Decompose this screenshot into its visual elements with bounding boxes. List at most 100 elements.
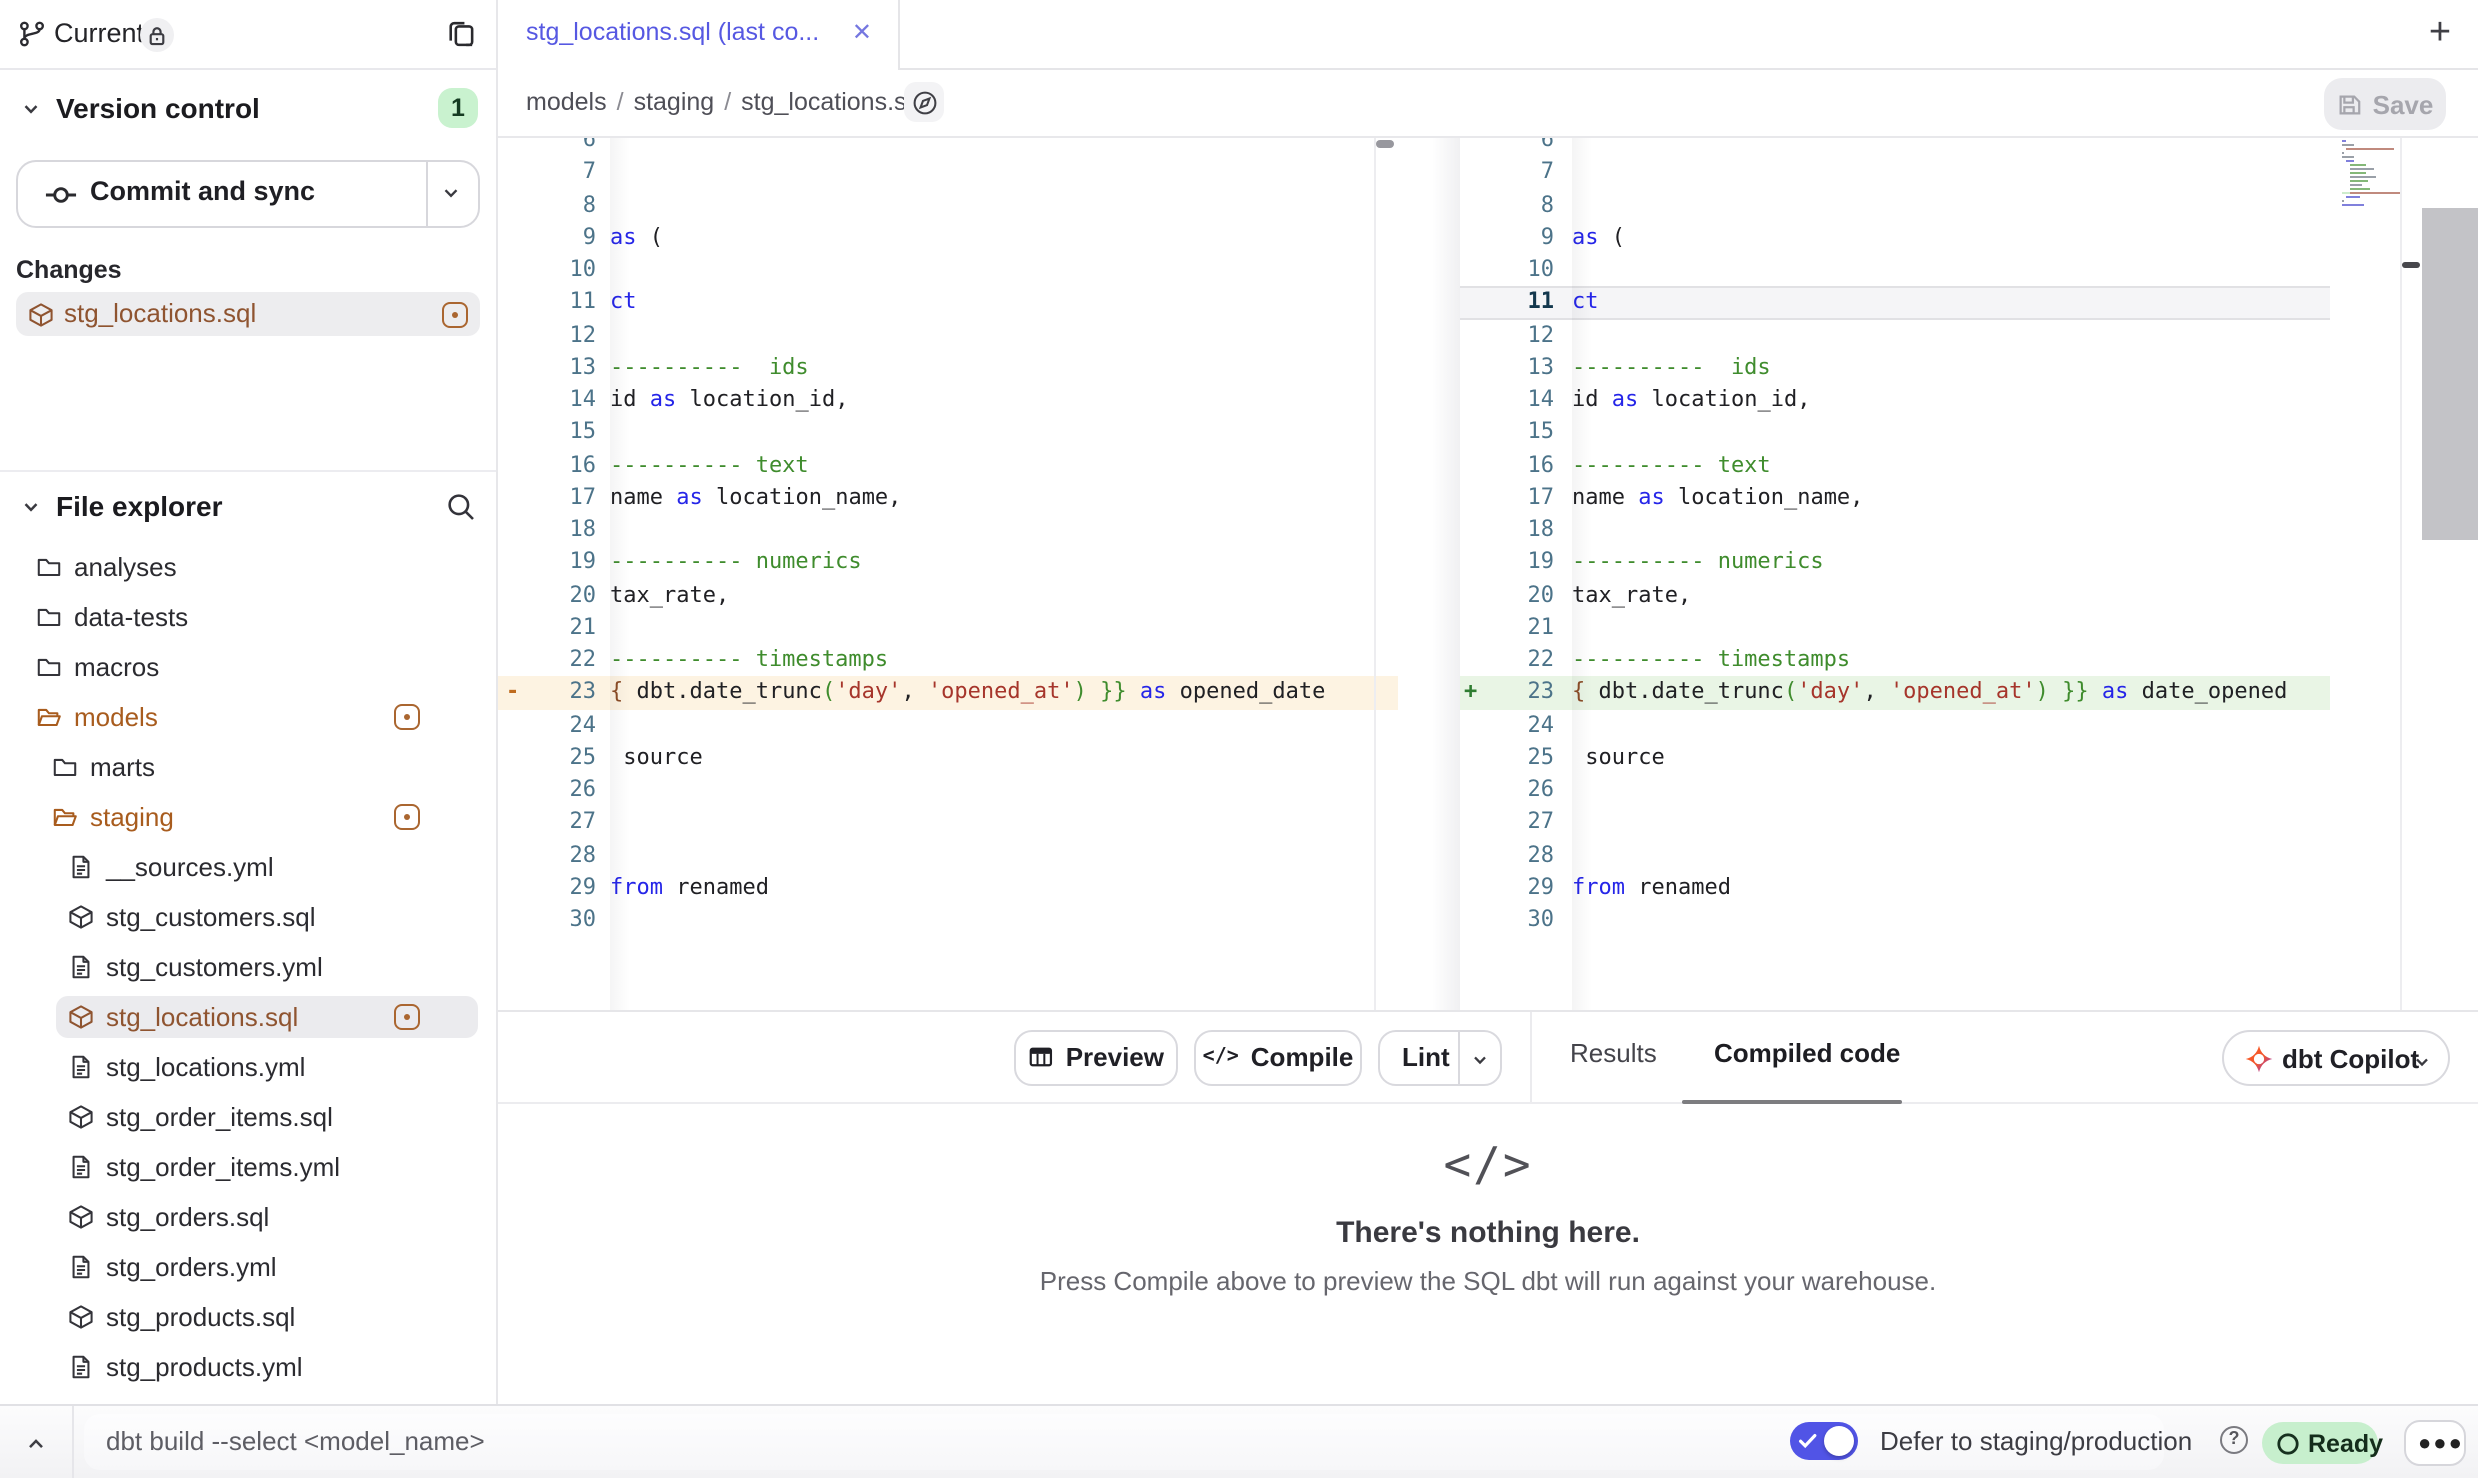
breadcrumb-segment[interactable]: models (526, 88, 607, 116)
copy-icon[interactable] (446, 18, 478, 50)
tab-results[interactable]: Results (1570, 1038, 1657, 1068)
file-tree-item--sources-yml[interactable]: __sources.yml (0, 842, 496, 892)
code-line-11[interactable]: 11ct (498, 287, 1397, 320)
code-line-16[interactable]: 16---------- text (1460, 449, 2329, 482)
file-tree-item-macros[interactable]: macros (0, 642, 496, 692)
minimap[interactable] (2342, 140, 2398, 207)
code-line-6[interactable]: 6 (498, 137, 1397, 157)
chevron-up-icon[interactable] (24, 1432, 48, 1456)
code-line-22[interactable]: 22---------- timestamps (498, 644, 1397, 677)
file-tree-item-marts[interactable]: marts (0, 742, 496, 792)
breadcrumb[interactable]: models/staging/stg_locations.sql (526, 88, 926, 116)
file-tree-item-analyses[interactable]: analyses (0, 542, 496, 592)
code-line-12[interactable]: 12 (1460, 319, 2329, 352)
code-line-17[interactable]: 17name as location_name, (1460, 482, 2329, 515)
code-line-19[interactable]: 19---------- numerics (1460, 547, 2329, 580)
file-tree-item-models[interactable]: models (0, 692, 496, 742)
help-icon[interactable]: ? (2220, 1426, 2248, 1454)
code-line-28[interactable]: 28 (498, 839, 1397, 872)
more-options-button[interactable]: ●●● (2404, 1420, 2466, 1466)
code-line-29[interactable]: 29from renamed (1460, 872, 2329, 905)
file-explorer-header[interactable]: File explorer (0, 486, 496, 530)
file-tree-item-stg-customers-sql[interactable]: stg_customers.sql (0, 892, 496, 942)
file-tree-item-stg-products-sql[interactable]: stg_products.sql (0, 1292, 496, 1342)
code-line-18[interactable]: 18 (1460, 514, 2329, 547)
defer-toggle[interactable] (1790, 1422, 1858, 1460)
code-line-23[interactable]: -23{ dbt.date_trunc('day', 'opened_at') … (498, 677, 1397, 710)
breadcrumb-segment[interactable]: staging (634, 88, 715, 116)
branch-name[interactable]: Current (54, 18, 144, 48)
code-line-13[interactable]: 13---------- ids (498, 352, 1397, 385)
code-line-19[interactable]: 19---------- numerics (498, 547, 1397, 580)
file-tree-item-staging[interactable]: staging (0, 792, 496, 842)
search-icon[interactable] (446, 490, 478, 522)
code-line-16[interactable]: 16---------- text (498, 449, 1397, 482)
window-scrollbar-thumb[interactable] (2422, 208, 2478, 540)
file-tree-item-stg-locations-sql[interactable]: stg_locations.sql (0, 992, 496, 1042)
changed-file-row[interactable]: stg_locations.sql (16, 292, 480, 336)
code-line-20[interactable]: 20tax_rate, (1460, 579, 2329, 612)
code-line-26[interactable]: 26 (1460, 774, 2329, 807)
code-line-30[interactable]: 30 (1460, 904, 2329, 937)
code-line-7[interactable]: 7 (1460, 157, 2329, 190)
code-line-23[interactable]: +23{ dbt.date_trunc('day', 'opened_at') … (1460, 677, 2329, 710)
save-button[interactable]: Save (2324, 78, 2446, 130)
code-line-8[interactable]: 8 (498, 189, 1397, 222)
code-line-8[interactable]: 8 (1460, 189, 2329, 222)
code-line-11[interactable]: 11ct (1460, 287, 2329, 320)
code-line-20[interactable]: 20tax_rate, (498, 579, 1397, 612)
code-line-26[interactable]: 26 (498, 774, 1397, 807)
preview-button[interactable]: Preview (1014, 1029, 1178, 1085)
code-line-15[interactable]: 15 (498, 417, 1397, 450)
code-line-6[interactable]: 6 (1460, 137, 2329, 157)
code-line-25[interactable]: 25 source (498, 742, 1397, 775)
status-badge[interactable]: Ready (2262, 1422, 2378, 1464)
code-line-9[interactable]: 9as ( (1460, 222, 2329, 255)
version-control-header[interactable]: Version control 1 (0, 88, 496, 132)
editor-pane-original[interactable]: 6789as (1011ct1213---------- ids14id as … (498, 137, 1397, 1010)
breadcrumb-segment[interactable]: stg_locations.sql (741, 88, 926, 116)
file-tree-item-stg-order-items-sql[interactable]: stg_order_items.sql (0, 1092, 496, 1142)
file-tree-item-stg-locations-yml[interactable]: stg_locations.yml (0, 1042, 496, 1092)
tab-compiled-code[interactable]: Compiled code (1714, 1038, 1900, 1068)
code-line-10[interactable]: 10 (498, 254, 1397, 287)
editor-pane-modified[interactable]: 6789as (1011ct1213---------- ids14id as … (1460, 137, 2329, 1010)
code-line-21[interactable]: 21 (1460, 612, 2329, 645)
lint-button[interactable]: Lint (1402, 1041, 1450, 1071)
code-line-27[interactable]: 27 (1460, 807, 2329, 840)
commit-options-chevron-icon[interactable] (440, 182, 462, 204)
code-line-12[interactable]: 12 (498, 319, 1397, 352)
tab-stg-locations-sql[interactable]: stg_locations.sql (last co... ✕ (498, 0, 900, 70)
code-line-13[interactable]: 13---------- ids (1460, 352, 2329, 385)
file-tree-item-stg-products-yml[interactable]: stg_products.yml (0, 1342, 496, 1392)
file-tree-item-data-tests[interactable]: data-tests (0, 592, 496, 642)
code-line-7[interactable]: 7 (498, 157, 1397, 190)
code-line-30[interactable]: 30 (498, 904, 1397, 937)
file-tree-item-stg-customers-yml[interactable]: stg_customers.yml (0, 942, 496, 992)
code-line-24[interactable]: 24 (498, 709, 1397, 742)
code-line-17[interactable]: 17name as location_name, (498, 482, 1397, 515)
file-tree-item-stg-orders-yml[interactable]: stg_orders.yml (0, 1242, 496, 1292)
lineage-compass-icon[interactable] (904, 82, 944, 122)
right-scrollbar-thumb[interactable] (2402, 261, 2420, 268)
file-tree-item-stg-order-items-yml[interactable]: stg_order_items.yml (0, 1142, 496, 1192)
new-tab-button[interactable]: + (2418, 12, 2462, 56)
code-line-18[interactable]: 18 (498, 514, 1397, 547)
close-tab-icon[interactable]: ✕ (852, 18, 872, 46)
code-line-24[interactable]: 24 (1460, 709, 2329, 742)
dbt-copilot-button[interactable]: dbt Copilot (2222, 1029, 2450, 1085)
commit-and-sync-button[interactable]: Commit and sync (16, 160, 480, 228)
code-line-27[interactable]: 27 (498, 807, 1397, 840)
code-line-14[interactable]: 14id as location_id, (1460, 384, 2329, 417)
code-line-29[interactable]: 29from renamed (498, 872, 1397, 905)
code-line-28[interactable]: 28 (1460, 839, 2329, 872)
code-line-9[interactable]: 9as ( (498, 222, 1397, 255)
lint-options-chevron-icon[interactable] (1470, 1049, 1490, 1069)
code-line-21[interactable]: 21 (498, 612, 1397, 645)
file-tree-item-stg-orders-sql[interactable]: stg_orders.sql (0, 1192, 496, 1242)
code-line-14[interactable]: 14id as location_id, (498, 384, 1397, 417)
code-line-10[interactable]: 10 (1460, 254, 2329, 287)
code-line-15[interactable]: 15 (1460, 417, 2329, 450)
code-line-22[interactable]: 22---------- timestamps (1460, 644, 2329, 677)
compile-button[interactable]: </> Compile (1194, 1029, 1362, 1085)
